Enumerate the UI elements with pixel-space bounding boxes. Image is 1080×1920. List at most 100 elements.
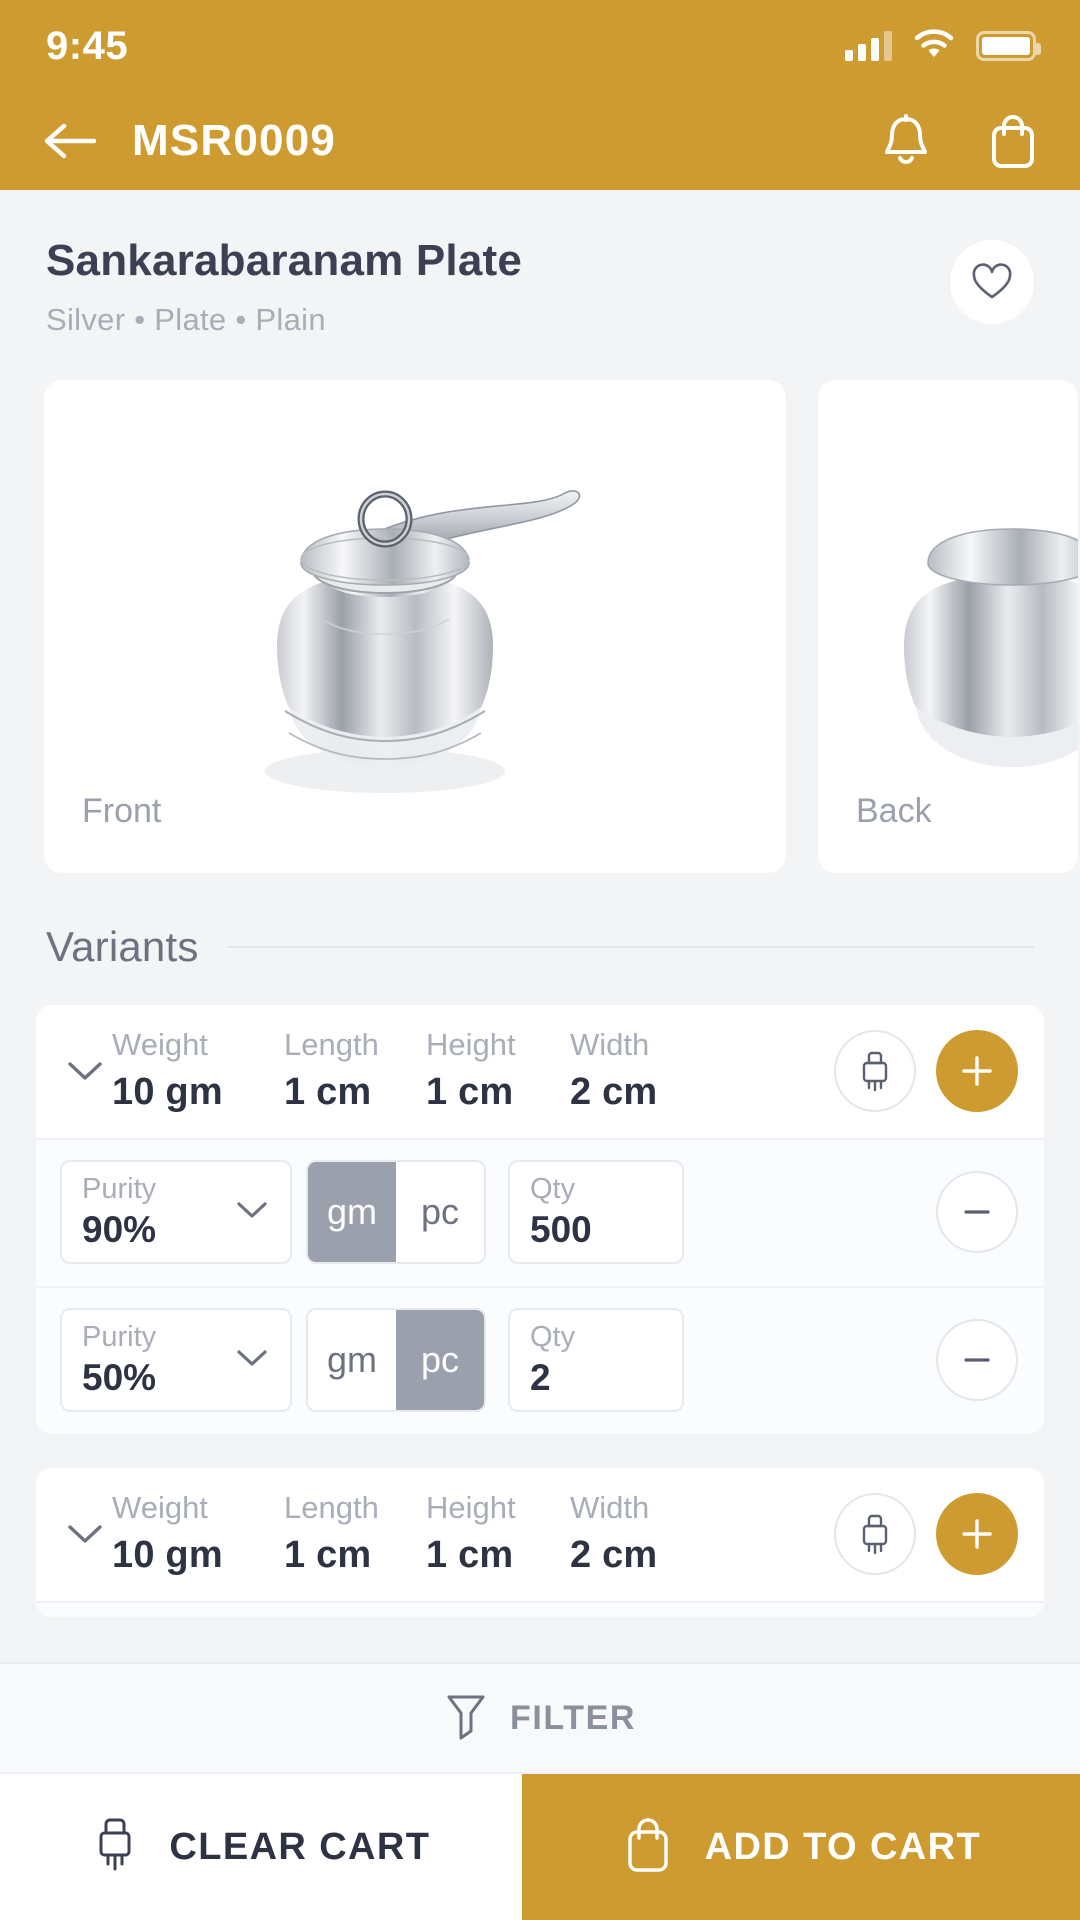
product-name: Sankarabaranam Plate <box>46 236 523 285</box>
variant-card: Weight 10 gm Length 1 cm Height 1 cm Wid… <box>36 1005 1044 1434</box>
dimension-weight: Weight 10 gm <box>112 1027 284 1114</box>
status-bar-clock: 9:45 <box>46 23 129 68</box>
variant-add-button[interactable] <box>936 1492 1018 1575</box>
variant-remove-button[interactable] <box>936 1319 1018 1401</box>
clear-cart-label: CLEAR CART <box>169 1825 431 1868</box>
qty-value: 2 <box>530 1356 551 1398</box>
product-attributes: Silver • Plate • Plain <box>46 302 326 337</box>
dimension-length: Length 1 cm <box>284 1027 426 1114</box>
weight-value: 10 gm <box>112 1534 223 1576</box>
bell-icon[interactable] <box>880 113 932 169</box>
brush-icon <box>91 1815 139 1880</box>
favorite-button[interactable] <box>950 240 1034 324</box>
variant-clear-button[interactable] <box>834 1029 916 1112</box>
scroll-content: Sankarabaranam Plate Silver • Plate • Pl… <box>0 190 1080 1662</box>
dimension-weight: Weight 10 gm <box>112 1490 284 1577</box>
plus-icon <box>962 1518 992 1549</box>
image-label-back: Back <box>856 792 932 830</box>
chevron-down-icon <box>234 1198 270 1227</box>
variant-remove-button[interactable] <box>936 1171 1018 1253</box>
back-button[interactable] <box>42 120 98 162</box>
product-photo <box>265 490 581 794</box>
section-divider <box>226 946 1034 948</box>
add-to-cart-button[interactable]: ADD TO CART <box>521 1774 1080 1920</box>
purity-value: 90% <box>82 1208 157 1250</box>
filter-label: FILTER <box>509 1698 637 1737</box>
width-value: 2 cm <box>570 1071 658 1113</box>
app-header: 9:45 MSR0009 <box>0 0 1080 190</box>
page-title: MSR0009 <box>132 116 337 165</box>
product-photo-back <box>903 528 1078 768</box>
dimension-height: Height 1 cm <box>426 1490 570 1577</box>
product-image-card-back[interactable]: Back <box>818 380 1078 873</box>
battery-full-icon <box>976 31 1041 61</box>
minus-icon <box>964 1358 990 1362</box>
height-label: Height <box>426 1490 516 1525</box>
unit-option-pc[interactable]: pc <box>396 1162 484 1262</box>
qty-value: 500 <box>530 1208 592 1250</box>
heart-icon <box>972 263 1012 299</box>
add-to-cart-label: ADD TO CART <box>704 1825 982 1868</box>
unit-toggle[interactable]: gm pc <box>306 1308 486 1412</box>
qty-label: Qty <box>530 1173 576 1206</box>
height-value: 1 cm <box>426 1071 514 1113</box>
navigation-bar: MSR0009 <box>0 92 1080 190</box>
product-title-block: Sankarabaranam Plate Silver • Plate • Pl… <box>0 190 1080 338</box>
dimension-height: Height 1 cm <box>426 1027 570 1114</box>
image-label-front: Front <box>82 792 162 830</box>
variant-option-row: Purity 90% gm pc Qty 500 <box>36 1138 1044 1286</box>
chevron-down-icon[interactable] <box>58 1521 112 1547</box>
variant-dimensions-row[interactable]: Weight 10 gm Length 1 cm Height 1 cm Wid… <box>36 1005 1044 1138</box>
purity-dropdown[interactable]: Purity 90% <box>60 1160 292 1264</box>
weight-label: Weight <box>112 1490 208 1525</box>
funnel-icon <box>444 1690 488 1747</box>
quantity-input[interactable]: Qty 500 <box>508 1160 684 1264</box>
minus-icon <box>964 1210 990 1214</box>
clear-cart-button[interactable]: CLEAR CART <box>0 1774 522 1920</box>
weight-value: 10 gm <box>112 1071 223 1113</box>
width-label: Width <box>570 1490 650 1525</box>
shopping-bag-icon[interactable] <box>986 112 1040 170</box>
chevron-down-icon <box>234 1346 270 1375</box>
length-value: 1 cm <box>284 1534 372 1576</box>
app-screen: 9:45 MSR0009 Sankarabaranam Plate Silver… <box>0 0 1080 1920</box>
variant-card-footer <box>36 1601 1044 1617</box>
wifi-icon <box>914 29 954 64</box>
qty-label: Qty <box>530 1321 576 1354</box>
product-image-card-front[interactable]: Front <box>44 380 786 873</box>
unit-toggle[interactable]: gm pc <box>306 1160 486 1264</box>
purity-dropdown[interactable]: Purity 50% <box>60 1308 292 1412</box>
weight-label: Weight <box>112 1027 208 1062</box>
nav-actions <box>880 112 1040 170</box>
dimension-length: Length 1 cm <box>284 1490 426 1577</box>
length-value: 1 cm <box>284 1071 372 1113</box>
purity-label: Purity <box>82 1321 157 1354</box>
variants-heading: Variants <box>46 923 199 970</box>
width-label: Width <box>570 1027 650 1062</box>
variant-add-button[interactable] <box>936 1029 1018 1112</box>
variant-option-row: Purity 50% gm pc Qty 2 <box>36 1286 1044 1434</box>
product-image-carousel[interactable]: Front Back <box>0 338 1080 873</box>
unit-option-gm[interactable]: gm <box>308 1310 396 1410</box>
variant-clear-button[interactable] <box>834 1492 916 1575</box>
unit-option-pc[interactable]: pc <box>396 1310 484 1410</box>
quantity-input[interactable]: Qty 2 <box>508 1308 684 1412</box>
height-value: 1 cm <box>426 1534 514 1576</box>
signal-bars-icon <box>845 31 892 61</box>
dimension-width: Width 2 cm <box>570 1027 720 1114</box>
purity-value: 50% <box>82 1356 157 1398</box>
variant-card: Weight 10 gm Length 1 cm Height 1 cm Wid… <box>36 1468 1044 1617</box>
height-label: Height <box>426 1027 516 1062</box>
brush-icon <box>862 1051 888 1091</box>
variants-section-header: Variants <box>0 873 1080 971</box>
status-bar: 9:45 <box>0 0 1080 92</box>
filter-bar[interactable]: FILTER <box>0 1662 1080 1772</box>
variant-dimensions-row[interactable]: Weight 10 gm Length 1 cm Height 1 cm Wid… <box>36 1468 1044 1601</box>
plus-icon <box>962 1055 992 1086</box>
chevron-down-icon[interactable] <box>58 1058 112 1084</box>
length-label: Length <box>284 1027 379 1062</box>
purity-label: Purity <box>82 1173 157 1206</box>
unit-option-gm[interactable]: gm <box>308 1162 396 1262</box>
status-bar-icons <box>845 29 1041 64</box>
dimension-width: Width 2 cm <box>570 1490 720 1577</box>
